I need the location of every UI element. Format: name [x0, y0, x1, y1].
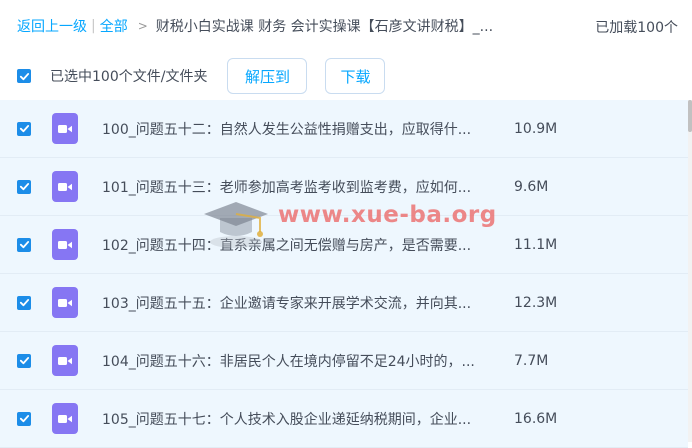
- file-name[interactable]: 103_问题五十五：企业邀请专家来开展学术交流，并向其...: [102, 293, 494, 313]
- download-button[interactable]: 下载: [325, 58, 386, 94]
- table-row[interactable]: 105_问题五十七：个人技术入股企业递延纳税期间，企业... 16.6M: [0, 390, 688, 448]
- table-row[interactable]: 104_问题五十六：非居民个人在境内停留不足24小时的，... 7.7M: [0, 332, 688, 390]
- video-file-icon: [52, 229, 78, 260]
- file-name[interactable]: 102_问题五十四：直系亲属之间无偿赠与房产，是否需要...: [102, 235, 494, 255]
- table-row[interactable]: 101_问题五十三：老师参加高考监考收到监考费，应如何... 9.6M: [0, 158, 688, 216]
- table-row[interactable]: 103_问题五十五：企业邀请专家来开展学术交流，并向其... 12.3M: [0, 274, 688, 332]
- file-size: 16.6M: [514, 410, 558, 427]
- file-size: 7.7M: [514, 352, 549, 369]
- video-file-icon: [52, 171, 78, 202]
- selection-count: 已选中100个文件/文件夹: [50, 69, 208, 85]
- row-checkbox[interactable]: [17, 295, 31, 310]
- file-name[interactable]: 105_问题五十七：个人技术入股企业递延纳税期间，企业...: [102, 409, 494, 429]
- video-file-icon: [52, 403, 78, 434]
- row-checkbox[interactable]: [17, 411, 31, 426]
- all-files-link[interactable]: 全部: [100, 16, 128, 36]
- loaded-count: 已加载100个: [595, 20, 678, 36]
- table-row[interactable]: 100_问题五十二：自然人发生公益性捐赠支出，应取得什... 10.9M: [0, 100, 688, 158]
- file-list: 100_问题五十二：自然人发生公益性捐赠支出，应取得什... 10.9M 101…: [0, 100, 688, 448]
- file-size: 9.6M: [514, 178, 549, 195]
- video-file-icon: [52, 345, 78, 376]
- extract-button[interactable]: 解压到: [227, 58, 308, 94]
- row-checkbox[interactable]: [17, 121, 31, 136]
- table-row[interactable]: 102_问题五十四：直系亲属之间无偿赠与房产，是否需要... 11.1M: [0, 216, 688, 274]
- video-file-icon: [52, 113, 78, 144]
- checkmark-icon: [19, 357, 29, 365]
- checkmark-icon: [19, 241, 29, 249]
- breadcrumb-separator: |: [91, 18, 96, 34]
- checkmark-icon: [19, 125, 29, 133]
- file-size: 10.9M: [514, 120, 558, 137]
- checkmark-icon: [19, 72, 29, 80]
- chevron-right-icon: >: [137, 19, 148, 33]
- scrollbar-thumb[interactable]: [688, 100, 692, 132]
- row-checkbox[interactable]: [17, 179, 31, 194]
- video-file-icon: [52, 287, 78, 318]
- current-folder: 财税小白实战课 财务 会计实操课【石彦文讲财税】_...: [155, 19, 494, 35]
- scrollbar[interactable]: [688, 100, 692, 442]
- breadcrumb: 返回上一级 | 全部 > 财税小白实战课 财务 会计实操课【石彦文讲财税】_..…: [0, 0, 692, 52]
- checkmark-icon: [19, 183, 29, 191]
- back-link[interactable]: 返回上一级: [17, 16, 87, 36]
- file-name[interactable]: 101_问题五十三：老师参加高考监考收到监考费，应如何...: [102, 177, 494, 197]
- row-checkbox[interactable]: [17, 237, 31, 252]
- file-size: 12.3M: [514, 294, 558, 311]
- file-size: 11.1M: [514, 236, 558, 253]
- select-all-checkbox[interactable]: [17, 69, 31, 83]
- file-name[interactable]: 104_问题五十六：非居民个人在境内停留不足24小时的，...: [102, 351, 494, 371]
- file-name[interactable]: 100_问题五十二：自然人发生公益性捐赠支出，应取得什...: [102, 119, 494, 139]
- checkmark-icon: [19, 299, 29, 307]
- checkmark-icon: [19, 415, 29, 423]
- row-checkbox[interactable]: [17, 353, 31, 368]
- selection-toolbar: 已选中100个文件/文件夹 解压到 下载: [0, 52, 692, 100]
